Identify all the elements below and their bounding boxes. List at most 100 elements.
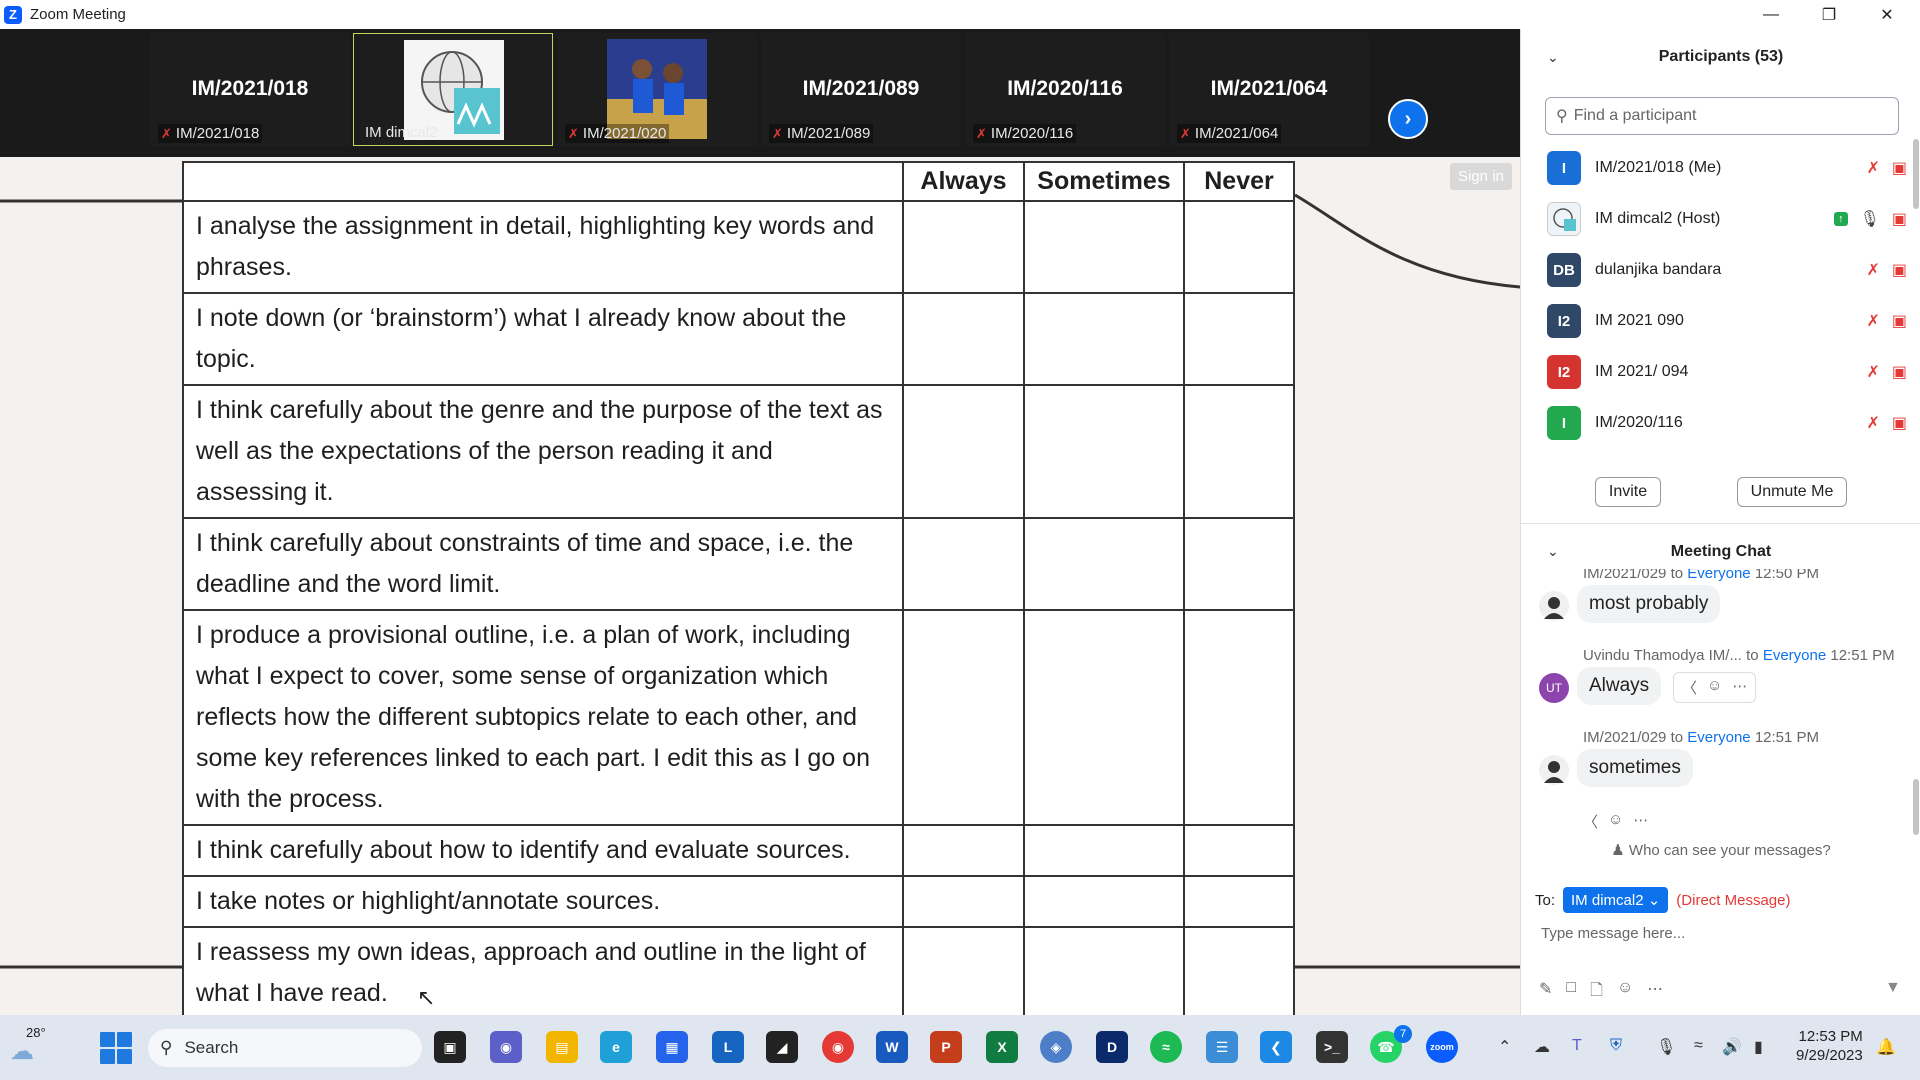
teams-chat-icon[interactable]: ◉	[490, 1031, 522, 1063]
table-header-row: Always Sometimes Never	[182, 161, 1295, 202]
teams-icon[interactable]: T	[1572, 1037, 1582, 1055]
who-can-see-link[interactable]: ♟ Who can see your messages?	[1521, 841, 1920, 859]
chat-scrollbar[interactable]	[1913, 779, 1919, 835]
video-off-icon[interactable]: ▣	[1892, 362, 1907, 382]
video-tile[interactable]: IM/2020/116 ✗ IM/2020/116	[965, 33, 1165, 146]
restore-button[interactable]: ❐	[1800, 0, 1858, 29]
muted-mic-icon[interactable]: ✗	[1866, 362, 1879, 382]
terminal-icon[interactable]: >_	[1316, 1031, 1348, 1063]
more-icon[interactable]: ⋯	[1633, 811, 1648, 832]
browser-icon[interactable]: ◈	[1040, 1031, 1072, 1063]
video-off-icon[interactable]: ▣	[1892, 413, 1907, 433]
edge-icon[interactable]: e	[600, 1031, 632, 1063]
participant-row[interactable]: IM dimcal2 (Host) ↑ 🎙 ▣	[1547, 194, 1907, 244]
powerpoint-icon[interactable]: P	[930, 1031, 962, 1063]
emoji-reaction-icon[interactable]: ☺	[1608, 811, 1623, 832]
sticky-notes-icon[interactable]: ◢	[766, 1031, 798, 1063]
chat-bubble: sometimes	[1577, 749, 1693, 787]
sign-in-button[interactable]: Sign in	[1450, 163, 1512, 190]
excel-icon[interactable]: X	[986, 1031, 1018, 1063]
battery-icon[interactable]: ▮	[1754, 1037, 1763, 1057]
participant-scrollbar[interactable]	[1913, 139, 1919, 209]
never-cell	[1183, 200, 1295, 294]
reply-icon[interactable]: 〈	[1682, 677, 1697, 698]
video-off-icon[interactable]: ▣	[1892, 260, 1907, 280]
more-icon[interactable]: ⋯	[1732, 677, 1747, 698]
video-off-icon[interactable]: ▣	[1892, 209, 1907, 229]
security-icon[interactable]: ⛨	[1610, 1037, 1622, 1055]
file-explorer-icon[interactable]: ▤	[546, 1031, 578, 1063]
word-icon[interactable]: W	[876, 1031, 908, 1063]
onedrive-icon[interactable]: ☁	[1534, 1037, 1550, 1057]
more-icon[interactable]: ⋯	[1647, 979, 1663, 1006]
chat-message-input[interactable]: Type message here...	[1541, 925, 1685, 942]
video-off-icon[interactable]: ▣	[1892, 311, 1907, 331]
participant-search-input[interactable]: ⚲ Find a participant	[1545, 97, 1899, 135]
start-button[interactable]	[100, 1032, 132, 1064]
dev-tool-icon[interactable]: D	[1096, 1031, 1128, 1063]
video-off-icon[interactable]: ▣	[1892, 158, 1907, 178]
unmute-me-button[interactable]: Unmute Me	[1737, 477, 1847, 507]
zoom-icon[interactable]: zoom	[1426, 1031, 1458, 1063]
notifications-icon[interactable]: 🔔	[1876, 1037, 1896, 1057]
invite-button[interactable]: Invite	[1595, 477, 1661, 507]
table-row: I take notes or highlight/annotate sourc…	[182, 875, 1295, 928]
recipient-dropdown[interactable]: IM dimcal2 ⌄	[1563, 887, 1669, 913]
format-icon[interactable]: ✎	[1539, 979, 1552, 1006]
vscode-icon[interactable]: ❮	[1260, 1031, 1292, 1063]
row-statement: I analyse the assignment in detail, high…	[182, 200, 904, 294]
participant-row[interactable]: DB dulanjika bandara ✗ ▣	[1547, 245, 1907, 295]
mic-icon[interactable]: 🎙	[1860, 209, 1880, 229]
muted-mic-icon[interactable]: ✗	[1866, 158, 1879, 178]
sometimes-cell	[1023, 517, 1185, 611]
video-tile[interactable]: IM/2021/064 ✗ IM/2021/064	[1169, 33, 1369, 146]
taskbar-search[interactable]: ⚲ Search	[148, 1029, 422, 1067]
muted-mic-icon[interactable]: ✗	[1866, 260, 1879, 280]
emoji-icon[interactable]: ☺	[1617, 979, 1633, 1006]
participant-row[interactable]: I2 IM 2021 090 ✗ ▣	[1547, 296, 1907, 346]
weather-widget[interactable]: 28° ☁	[10, 1025, 50, 1065]
avatar: I	[1547, 151, 1581, 185]
never-cell	[1183, 824, 1295, 877]
muted-mic-icon[interactable]: ✗	[1866, 311, 1879, 331]
reply-icon[interactable]: 〈	[1583, 811, 1598, 832]
launcher-icon[interactable]: L	[712, 1031, 744, 1063]
video-tile[interactable]: IM/2021/018 ✗ IM/2021/018	[150, 33, 350, 146]
volume-icon[interactable]: 🔊	[1722, 1037, 1742, 1057]
file-icon[interactable]: 🗋	[1590, 979, 1603, 1006]
close-button[interactable]: ✕	[1858, 0, 1916, 29]
emoji-reaction-icon[interactable]: ☺	[1707, 677, 1722, 698]
chevron-down-icon: ⌄	[1647, 892, 1661, 909]
wifi-icon[interactable]: ≈	[1694, 1037, 1703, 1055]
participant-row[interactable]: I IM/2021/018 (Me) ✗ ▣	[1547, 143, 1907, 193]
microphone-icon[interactable]: 🎙	[1656, 1037, 1676, 1057]
notification-badge: 7	[1394, 1025, 1412, 1043]
chevron-up-icon[interactable]: ⌃	[1498, 1037, 1511, 1057]
spotify-icon[interactable]: ≈	[1150, 1031, 1182, 1063]
screenshot-icon[interactable]: □	[1566, 979, 1576, 1006]
sometimes-cell	[1023, 292, 1185, 386]
video-tile-host[interactable]: IM dimcal2	[353, 33, 553, 146]
chrome-icon[interactable]: ◉	[822, 1031, 854, 1063]
recipient-bar: To: IM dimcal2 ⌄ (Direct Message)	[1535, 887, 1791, 913]
muted-mic-icon[interactable]: ✗	[1866, 413, 1879, 433]
clock[interactable]: 12:53 PM 9/29/2023	[1796, 1027, 1863, 1065]
participant-row[interactable]: I2 IM 2021/ 094 ✗ ▣	[1547, 347, 1907, 397]
sometimes-cell	[1023, 824, 1185, 877]
participant-name: IM 2021 090	[1595, 312, 1684, 329]
video-tile[interactable]: IM/2021/089 ✗ IM/2021/089	[761, 33, 961, 146]
tile-name-label: ✗ IM/2021/089	[769, 124, 874, 143]
store-icon[interactable]: ▦	[656, 1031, 688, 1063]
next-page-button[interactable]: ›	[1388, 99, 1428, 139]
to-label: To:	[1535, 891, 1556, 909]
table-row: I think carefully about how to identify …	[182, 824, 1295, 877]
participant-row[interactable]: I IM/2020/116 ✗ ▣	[1547, 398, 1907, 448]
minimize-button[interactable]: —	[1742, 0, 1800, 29]
sometimes-cell	[1023, 609, 1185, 826]
video-tile[interactable]: ✗ IM/2021/020	[557, 33, 757, 146]
send-icon[interactable]: ▼	[1885, 979, 1901, 997]
tile-big-name: IM/2021/064	[1210, 77, 1328, 100]
notepad-icon[interactable]: ☰	[1206, 1031, 1238, 1063]
task-view-icon[interactable]: ▣	[434, 1031, 466, 1063]
always-cell	[902, 384, 1025, 519]
